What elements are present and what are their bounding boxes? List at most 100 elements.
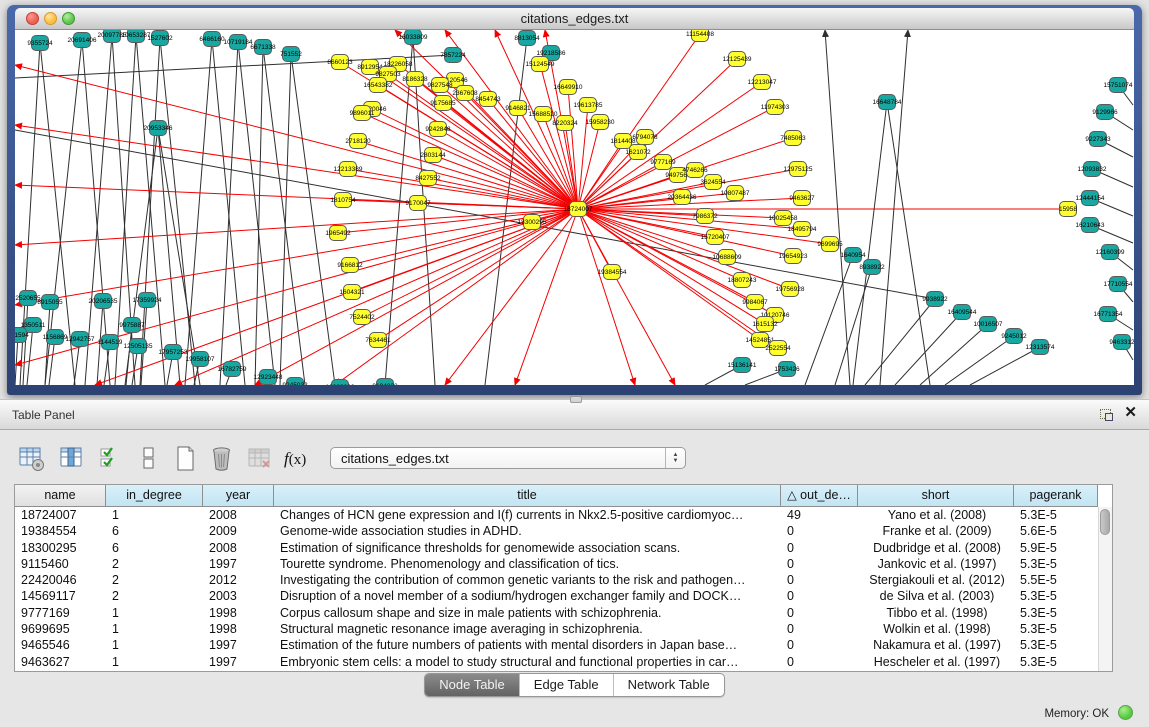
window-titlebar[interactable]: citations_edges.txt bbox=[15, 8, 1134, 30]
table-cell: 5.3E-5 bbox=[1014, 637, 1098, 653]
table-cell: 1 bbox=[106, 637, 203, 653]
table-cell: 9465546 bbox=[15, 637, 106, 653]
graph-node-label: 8915055 bbox=[37, 299, 63, 306]
graph-edge bbox=[212, 39, 245, 385]
table-cell: Corpus callosum shape and size in male p… bbox=[274, 605, 781, 621]
dropdown-stepper-icon: ▲▼ bbox=[665, 448, 685, 468]
new-file-icon[interactable] bbox=[172, 445, 200, 473]
graph-node-label: 9827503 bbox=[375, 71, 401, 78]
graph-edge bbox=[945, 336, 1014, 385]
function-icon[interactable]: f(x) bbox=[284, 449, 312, 477]
table-vertical-scrollbar[interactable] bbox=[1098, 507, 1112, 671]
table-cell: 1 bbox=[106, 654, 203, 670]
graph-node-label: 16782759 bbox=[218, 366, 247, 373]
table-cell: Wolkin et al. (1998) bbox=[858, 621, 1014, 637]
graph-node-label: 7857224 bbox=[440, 52, 466, 59]
checklist-icon[interactable] bbox=[98, 445, 126, 473]
graph-node-label: 10016507 bbox=[974, 321, 1003, 328]
table-cell: 5.9E-5 bbox=[1014, 540, 1098, 556]
graph-edge bbox=[825, 30, 850, 385]
graph-edge bbox=[362, 113, 578, 209]
graph-edge bbox=[578, 141, 623, 209]
float-panel-icon[interactable] bbox=[1100, 409, 1113, 421]
graph-edge bbox=[378, 209, 578, 340]
table-row[interactable]: 1938455462009Genome-wide association stu… bbox=[15, 523, 1099, 539]
table-row[interactable]: 911546021997Tourette syndrome. Phenomeno… bbox=[15, 556, 1099, 572]
graph-node-label: 9146821 bbox=[505, 105, 531, 112]
graph-node-label: 10025458 bbox=[769, 215, 798, 222]
graph-node-label: 15751074 bbox=[1104, 82, 1133, 89]
table-row[interactable]: 1456911722003Disruption of a novel membe… bbox=[15, 588, 1099, 604]
graph-node-label: 9463312 bbox=[1109, 339, 1134, 346]
table-settings-icon[interactable] bbox=[18, 445, 46, 473]
graph-node-label: 20364436 bbox=[668, 194, 697, 201]
graph-node-label: 9227343 bbox=[1085, 136, 1111, 143]
table-row[interactable]: 946362711997Embryonic stem cells: a mode… bbox=[15, 654, 1099, 670]
network-graph[interactable]: 9355724206914062009778510653287152760264… bbox=[15, 30, 1134, 385]
network-view-window: citations_edges.txt 93557242069140620097… bbox=[7, 5, 1142, 395]
graph-node-label: 20691406 bbox=[68, 37, 97, 44]
graph-edge bbox=[350, 209, 578, 265]
graph-node-label: 9355724 bbox=[27, 40, 53, 47]
table-cell: Estimation of the future numbers of pati… bbox=[274, 637, 781, 653]
graph-node-label: 1144519 bbox=[98, 339, 123, 346]
graph-node-label: 8220324 bbox=[552, 120, 578, 127]
graph-node-label: 18300295 bbox=[518, 219, 547, 226]
table-cell: Embryonic stem cells: a model to study s… bbox=[274, 654, 781, 670]
graph-edge bbox=[185, 39, 212, 385]
column-header-short[interactable]: short bbox=[858, 485, 1014, 507]
graph-node-label: 9129966 bbox=[1092, 109, 1118, 116]
graph-node-label: 1753426 bbox=[774, 366, 800, 373]
table-row[interactable]: 946554611997Estimation of the future num… bbox=[15, 637, 1099, 653]
table-cell: 5.6E-5 bbox=[1014, 523, 1098, 539]
graph-node-label: 751552 bbox=[280, 51, 302, 58]
table-row[interactable]: 1830029562008Estimation of significance … bbox=[15, 540, 1099, 556]
tab-node-table[interactable]: Node Table bbox=[425, 674, 520, 696]
table-cell: 0 bbox=[781, 654, 858, 670]
stacked-rows-icon[interactable] bbox=[136, 445, 164, 473]
graph-node-label: 1965492 bbox=[325, 230, 351, 237]
table-cell: 19384554 bbox=[15, 523, 106, 539]
graph-node-label: 391594 bbox=[15, 332, 29, 339]
column-header-out_de[interactable]: △ out_de… bbox=[781, 485, 858, 507]
table-cell: Investigating the contribution of common… bbox=[274, 572, 781, 588]
graph-node-label: 12125439 bbox=[723, 56, 752, 63]
scrollbar-thumb[interactable] bbox=[1100, 509, 1110, 535]
column-header-in_degree[interactable]: in_degree bbox=[106, 485, 203, 507]
table-cell: Changes of HCN gene expression and I(f) … bbox=[274, 507, 781, 523]
graph-node-label: 12975125 bbox=[784, 166, 813, 173]
disabled-table-icon bbox=[246, 445, 274, 473]
table-cell: 14569117 bbox=[15, 588, 106, 604]
table-cell: 18300295 bbox=[15, 540, 106, 556]
table-selector-dropdown[interactable]: citations_edges.txt ▲▼ bbox=[330, 447, 686, 469]
column-header-pagerank[interactable]: pagerank bbox=[1014, 485, 1098, 507]
table-cell: Nakamura et al. (1997) bbox=[858, 637, 1014, 653]
close-panel-icon[interactable]: ✕ bbox=[1124, 405, 1137, 421]
column-header-name[interactable]: name bbox=[15, 485, 106, 507]
graph-node-label: 6794078 bbox=[632, 134, 658, 141]
table-cell: Disruption of a novel member of a sodium… bbox=[274, 588, 781, 604]
column-header-title[interactable]: title bbox=[274, 485, 781, 507]
table-row[interactable]: 969969511998Structural magnetic resonanc… bbox=[15, 621, 1099, 637]
graph-edge bbox=[335, 209, 578, 385]
table-row[interactable]: 977716911998Corpus callosum shape and si… bbox=[15, 605, 1099, 621]
memory-status-icon[interactable] bbox=[1118, 705, 1133, 720]
table-row[interactable]: 1872400712008Changes of HCN gene express… bbox=[15, 507, 1099, 523]
tab-network-table[interactable]: Network Table bbox=[614, 674, 724, 696]
table-cell: 2003 bbox=[203, 588, 274, 604]
table-cell: Structural magnetic resonance image aver… bbox=[274, 621, 781, 637]
select-columns-icon[interactable] bbox=[58, 445, 86, 473]
network-canvas[interactable]: 9355724206914062009778510653287152760264… bbox=[15, 30, 1134, 385]
tab-edge-table[interactable]: Edge Table bbox=[520, 674, 614, 696]
graph-node-label: 1604321 bbox=[339, 289, 365, 296]
table-cell: 0 bbox=[781, 572, 858, 588]
table-cell: 0 bbox=[781, 588, 858, 604]
column-header-year[interactable]: year bbox=[203, 485, 274, 507]
delete-icon[interactable] bbox=[208, 445, 236, 473]
graph-node-label: 10688609 bbox=[713, 254, 742, 261]
graph-node-label: 16771354 bbox=[1094, 311, 1123, 318]
panel-resize-grip[interactable] bbox=[570, 396, 582, 403]
table-panel-header: Table Panel ✕ bbox=[0, 399, 1149, 430]
attribute-table: namein_degreeyeartitle△ out_de…shortpage… bbox=[14, 484, 1113, 672]
table-row[interactable]: 2242004622012Investigating the contribut… bbox=[15, 572, 1099, 588]
